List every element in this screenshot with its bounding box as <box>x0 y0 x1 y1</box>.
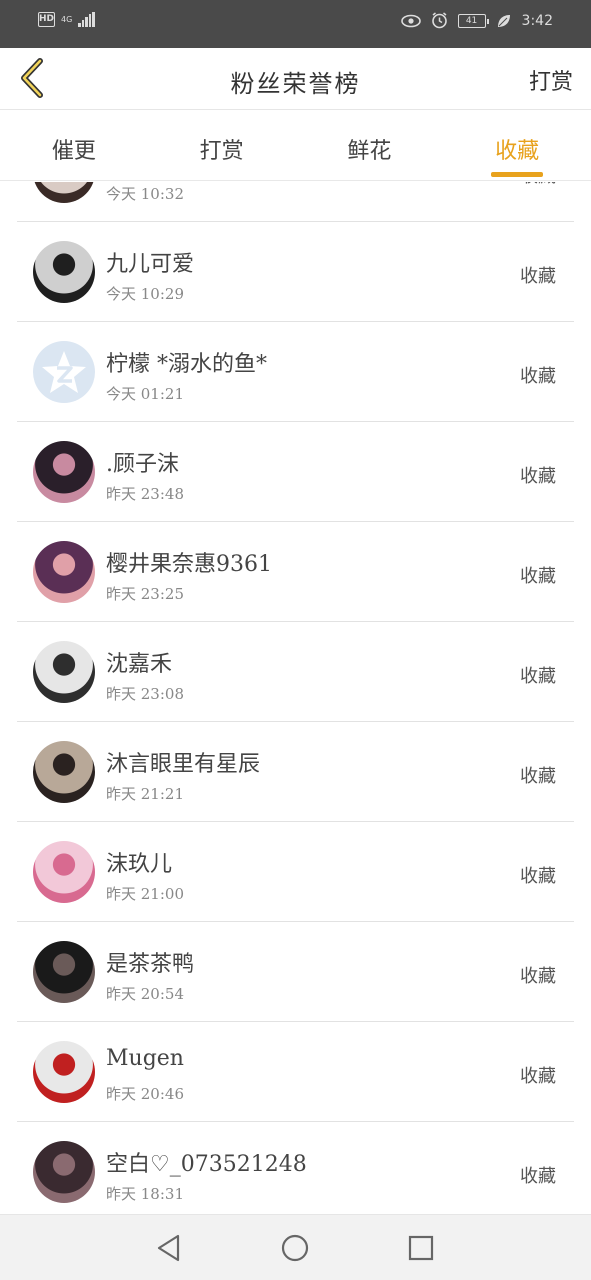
collect-label: 收藏 <box>520 866 556 887</box>
fan-time: 昨天 23:08 <box>106 685 184 703</box>
tab-0[interactable]: 催更 <box>0 111 148 180</box>
fan-time: 昨天 23:48 <box>106 485 184 503</box>
network-type: 4G <box>61 15 73 24</box>
status-right: 41 3:42 <box>400 12 553 29</box>
tab-label: 鲜花 <box>347 139 392 164</box>
collect-label: 收藏 <box>520 182 556 188</box>
leaf-icon <box>497 14 510 27</box>
fan-name: .顾子沫 <box>106 452 179 477</box>
avatar[interactable] <box>33 1141 95 1203</box>
system-nav-bar <box>0 1214 591 1280</box>
fan-list-viewport[interactable]: 张小美今天 10:32收藏九儿可爱今天 10:29收藏柠檬 *溺水的鱼*今天 0… <box>0 182 591 1214</box>
battery-icon: 41 <box>457 13 489 28</box>
tab-3[interactable]: 收藏 <box>443 111 591 180</box>
collect-label: 收藏 <box>520 366 556 387</box>
list-item[interactable]: 九儿可爱今天 10:29 收藏 <box>17 222 574 322</box>
list-item[interactable]: Mugen 昨天 20:46 收藏 <box>17 1022 574 1122</box>
app-header: 粉丝荣誉榜 打赏 <box>0 48 591 110</box>
fan-time: 昨天 20:46 <box>106 1085 184 1103</box>
triangle-back-icon <box>157 1234 180 1262</box>
avatar[interactable] <box>33 941 95 1003</box>
signal-icon <box>78 12 95 27</box>
list-item[interactable]: 空白♡_073521248 昨天 18:31 收藏 <box>17 1122 574 1214</box>
fan-name: 沫玖儿 <box>106 852 173 877</box>
status-left: HD 4G <box>38 12 95 27</box>
fan-name: Mugen <box>106 1046 184 1071</box>
hd-badge: HD <box>38 12 55 27</box>
list-item[interactable]: 沫玖儿昨天 21:00 收藏 <box>17 822 574 922</box>
tab-1[interactable]: 打赏 <box>148 111 296 180</box>
collect-label: 收藏 <box>520 966 556 987</box>
fan-time: 昨天 23:25 <box>106 585 184 603</box>
collect-label: 收藏 <box>520 1066 556 1087</box>
avatar[interactable] <box>33 241 95 303</box>
fan-time: 今天 10:32 <box>106 185 184 203</box>
fan-name: 樱井果奈惠9361 <box>106 552 272 577</box>
list-item[interactable]: 柠檬 *溺水的鱼* 今天 01:21 收藏 <box>17 322 574 422</box>
fan-time: 昨天 18:31 <box>106 1185 184 1203</box>
tab-2[interactable]: 鲜花 <box>296 111 444 180</box>
fan-name: 沐言眼里有星辰 <box>106 752 261 777</box>
fan-name: 九儿可爱 <box>106 252 195 277</box>
fan-name: 沈嘉禾 <box>106 652 173 677</box>
avatar[interactable] <box>33 541 95 603</box>
tab-label: 催更 <box>51 139 96 164</box>
alarm-icon <box>431 12 447 29</box>
avatar[interactable] <box>33 341 95 403</box>
qq-zone-icon <box>42 351 86 393</box>
reward-button[interactable]: 打赏 <box>529 64 573 96</box>
nav-back-button[interactable] <box>153 1232 185 1264</box>
collect-label: 收藏 <box>520 1166 556 1187</box>
fan-time: 昨天 21:00 <box>106 885 184 903</box>
list-item[interactable]: 沈嘉禾昨天 23:08 收藏 <box>17 622 574 722</box>
list-item[interactable]: .顾子沫昨天 23:48 收藏 <box>17 422 574 522</box>
fan-time: 今天 01:21 <box>106 385 184 403</box>
avatar[interactable] <box>33 441 95 503</box>
fan-time: 昨天 21:21 <box>106 785 184 803</box>
tab-label: 收藏 <box>495 139 540 164</box>
nav-recents-button[interactable] <box>405 1232 437 1264</box>
list-item[interactable]: 樱井果奈惠9361 昨天 23:25 收藏 <box>17 522 574 622</box>
collect-label: 收藏 <box>520 466 556 487</box>
fan-time: 昨天 20:54 <box>106 985 184 1003</box>
nav-home-button[interactable] <box>279 1232 311 1264</box>
clock-time: 3:42 <box>521 12 553 29</box>
tab-bar: 催更 打赏 鲜花 收藏 <box>0 111 591 181</box>
tab-label: 打赏 <box>199 139 244 164</box>
collect-label: 收藏 <box>520 566 556 587</box>
fan-list: 张小美今天 10:32收藏九儿可爱今天 10:29收藏柠檬 *溺水的鱼*今天 0… <box>0 182 591 1214</box>
eye-icon <box>400 14 421 27</box>
list-item[interactable]: 是茶茶鸭昨天 20:54 收藏 <box>17 922 574 1022</box>
fan-time: 今天 10:29 <box>106 285 184 303</box>
avatar[interactable] <box>33 182 95 203</box>
fan-name: 空白♡_073521248 <box>106 1152 307 1177</box>
collect-label: 收藏 <box>520 266 556 287</box>
circle-home-icon <box>281 1234 309 1262</box>
tab-active-indicator <box>491 172 544 177</box>
avatar[interactable] <box>33 1041 95 1103</box>
list-item[interactable]: 张小美今天 10:32收藏 <box>17 182 574 222</box>
avatar[interactable] <box>33 641 95 703</box>
fan-name: 柠檬 *溺水的鱼* <box>106 352 267 377</box>
page-title: 粉丝荣誉榜 <box>230 70 361 98</box>
avatar[interactable] <box>33 741 95 803</box>
square-recents-icon <box>408 1235 434 1261</box>
list-item[interactable]: 沐言眼里有星辰昨天 21:21 收藏 <box>17 722 574 822</box>
collect-label: 收藏 <box>520 766 556 787</box>
collect-label: 收藏 <box>520 666 556 687</box>
status-bar: HD 4G 41 3:42 <box>0 0 591 48</box>
fan-name: 是茶茶鸭 <box>106 952 195 977</box>
avatar[interactable] <box>33 841 95 903</box>
